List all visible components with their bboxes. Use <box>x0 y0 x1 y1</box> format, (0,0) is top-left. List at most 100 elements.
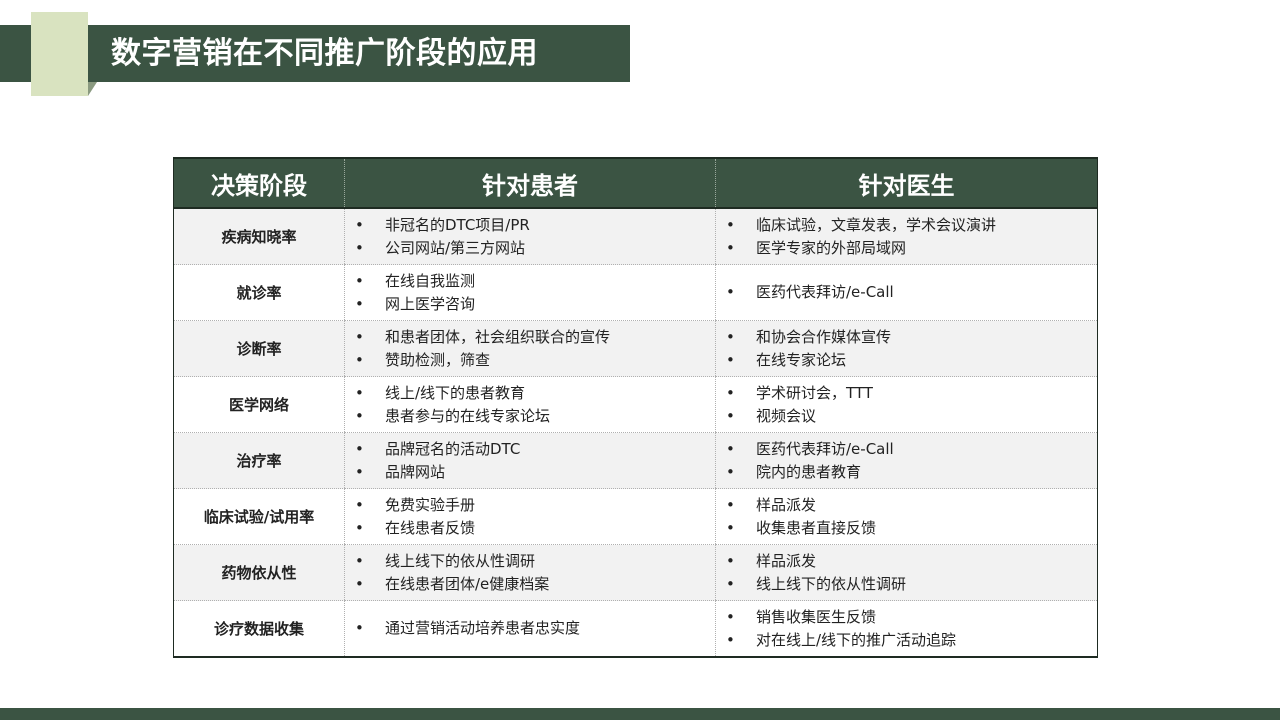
doctor-list: • 样品派发 • 收集患者直接反馈 <box>716 494 1097 540</box>
list-item-text: 视频会议 <box>756 406 817 425</box>
doctor-cell: • 临床试验，文章发表，学术会议演讲 • 医学专家的外部局域网 <box>715 208 1098 265</box>
patient-cell: • 非冠名的DTC项目/PR • 公司网站/第三方网站 <box>344 208 716 265</box>
list-item-text: 样品派发 <box>756 495 817 514</box>
list-item-text: 品牌冠名的活动DTC <box>385 439 521 458</box>
footer-bar <box>0 708 1280 720</box>
list-item: • 品牌网站 <box>345 461 715 484</box>
doctor-cell: • 和协会合作媒体宣传 • 在线专家论坛 <box>715 320 1098 377</box>
list-item: • 销售收集医生反馈 <box>716 606 1097 629</box>
stage-cell: 诊断率 <box>173 320 345 377</box>
bullet-icon: • <box>726 383 735 402</box>
list-item: • 品牌冠名的活动DTC <box>345 438 715 461</box>
list-item-text: 医药代表拜访/e-Call <box>756 283 894 301</box>
doctor-list: • 医药代表拜访/e-Call • 院内的患者教育 <box>716 438 1097 484</box>
bullet-icon: • <box>355 215 364 234</box>
patient-list: • 线上/线下的患者教育 • 患者参与的在线专家论坛 <box>345 382 715 428</box>
patient-cell: • 品牌冠名的活动DTC • 品牌网站 <box>344 432 716 489</box>
list-item: • 通过营销活动培养患者忠实度 <box>345 617 715 640</box>
patient-list: • 品牌冠名的活动DTC • 品牌网站 <box>345 438 715 484</box>
patient-cell: • 在线自我监测 • 网上医学咨询 <box>344 264 716 321</box>
bullet-icon: • <box>726 462 735 481</box>
list-item-text: 非冠名的DTC项目/PR <box>385 215 530 234</box>
bullet-icon: • <box>355 383 364 402</box>
list-item: • 线上线下的依从性调研 <box>345 550 715 573</box>
list-item: • 医学专家的外部局域网 <box>716 237 1097 260</box>
list-item-text: 品牌网站 <box>385 462 446 481</box>
list-item: • 医药代表拜访/e-Call <box>716 438 1097 461</box>
table-row: 疾病知晓率 • 非冠名的DTC项目/PR • 公司网站/第三方网站 • 临床试验，文章发表，… <box>173 208 1098 265</box>
list-item-text: 网上医学咨询 <box>385 294 476 313</box>
doctor-list: • 医药代表拜访/e-Call <box>716 281 1097 304</box>
patient-cell: • 免费实验手册 • 在线患者反馈 <box>344 488 716 545</box>
marketing-stage-table: 决策阶段 针对患者 针对医生 疾病知晓率 • 非冠名的DTC项目/PR • 公司网站/第… <box>173 157 1098 658</box>
doctor-list: • 和协会合作媒体宣传 • 在线专家论坛 <box>716 326 1097 372</box>
header-patient: 针对患者 <box>344 157 716 209</box>
list-item: • 院内的患者教育 <box>716 461 1097 484</box>
list-item: • 和患者团体，社会组织联合的宣传 <box>345 326 715 349</box>
list-item: • 非冠名的DTC项目/PR <box>345 214 715 237</box>
bullet-icon: • <box>726 283 735 301</box>
list-item-text: 样品派发 <box>756 551 817 570</box>
patient-list: • 在线自我监测 • 网上医学咨询 <box>345 270 715 316</box>
stage-cell: 临床试验/试用率 <box>173 488 345 545</box>
list-item-text: 和协会合作媒体宣传 <box>756 327 892 346</box>
list-item-text: 在线患者团体/e健康档案 <box>385 574 550 593</box>
list-item: • 对在线上/线下的推广活动追踪 <box>716 629 1097 652</box>
table-header-row: 决策阶段 针对患者 针对医生 <box>173 157 1098 209</box>
list-item: • 收集患者直接反馈 <box>716 517 1097 540</box>
stage-cell: 药物依从性 <box>173 544 345 601</box>
list-item-text: 患者参与的在线专家论坛 <box>385 406 551 425</box>
doctor-list: • 销售收集医生反馈 • 对在线上/线下的推广活动追踪 <box>716 606 1097 652</box>
list-item: • 公司网站/第三方网站 <box>345 237 715 260</box>
list-item-text: 医学专家的外部局域网 <box>756 238 907 257</box>
doctor-list: • 样品派发 • 线上线下的依从性调研 <box>716 550 1097 596</box>
bullet-icon: • <box>726 607 735 626</box>
table-row: 药物依从性 • 线上线下的依从性调研 • 在线患者团体/e健康档案 • 样品派发 • 线上线下的… <box>173 544 1098 601</box>
list-item: • 临床试验，文章发表，学术会议演讲 <box>716 214 1097 237</box>
title-fold-shadow <box>88 82 97 96</box>
bullet-icon: • <box>726 574 735 593</box>
list-item-text: 和患者团体，社会组织联合的宣传 <box>385 327 611 346</box>
stage-cell: 就诊率 <box>173 264 345 321</box>
table-row: 诊疗数据收集 • 通过营销活动培养患者忠实度 • 销售收集医生反馈 • 对在线上/线下的推广… <box>173 600 1098 658</box>
bullet-icon: • <box>726 518 735 537</box>
list-item-text: 公司网站/第三方网站 <box>385 238 526 257</box>
title-accent-block <box>31 12 88 96</box>
bullet-icon: • <box>355 406 364 425</box>
table-row: 就诊率 • 在线自我监测 • 网上医学咨询 • 医药代表拜访/e-Call <box>173 264 1098 321</box>
doctor-cell: • 样品派发 • 线上线下的依从性调研 <box>715 544 1098 601</box>
list-item: • 在线患者团体/e健康档案 <box>345 573 715 596</box>
list-item: • 患者参与的在线专家论坛 <box>345 405 715 428</box>
list-item: • 线上线下的依从性调研 <box>716 573 1097 596</box>
doctor-cell: • 医药代表拜访/e-Call • 院内的患者教育 <box>715 432 1098 489</box>
list-item-text: 学术研讨会，TTT <box>756 383 873 402</box>
patient-list: • 通过营销活动培养患者忠实度 <box>345 617 715 640</box>
bullet-icon: • <box>355 238 364 257</box>
bullet-icon: • <box>355 271 364 290</box>
list-item-text: 通过营销活动培养患者忠实度 <box>385 619 581 637</box>
patient-cell: • 线上/线下的患者教育 • 患者参与的在线专家论坛 <box>344 376 716 433</box>
patient-list: • 和患者团体，社会组织联合的宣传 • 赞助检测，筛查 <box>345 326 715 372</box>
list-item: • 视频会议 <box>716 405 1097 428</box>
list-item: • 医药代表拜访/e-Call <box>716 281 1097 304</box>
patient-cell: • 通过营销活动培养患者忠实度 <box>344 600 716 658</box>
list-item-text: 在线专家论坛 <box>756 350 847 369</box>
list-item: • 网上医学咨询 <box>345 293 715 316</box>
table-row: 诊断率 • 和患者团体，社会组织联合的宣传 • 赞助检测，筛查 • 和协会合作媒体宣传 • 在线… <box>173 320 1098 377</box>
list-item: • 在线患者反馈 <box>345 517 715 540</box>
patient-cell: • 线上线下的依从性调研 • 在线患者团体/e健康档案 <box>344 544 716 601</box>
list-item: • 样品派发 <box>716 550 1097 573</box>
bullet-icon: • <box>726 238 735 257</box>
stage-cell: 治疗率 <box>173 432 345 489</box>
doctor-cell: • 销售收集医生反馈 • 对在线上/线下的推广活动追踪 <box>715 600 1098 658</box>
page-title: 数字营销在不同推广阶段的应用 <box>111 36 538 71</box>
bullet-icon: • <box>726 327 735 346</box>
list-item-text: 收集患者直接反馈 <box>756 518 877 537</box>
stage-cell: 医学网络 <box>173 376 345 433</box>
list-item-text: 对在线上/线下的推广活动追踪 <box>756 630 957 649</box>
header-doctor: 针对医生 <box>715 157 1098 209</box>
list-item-text: 在线自我监测 <box>385 271 476 290</box>
doctor-list: • 临床试验，文章发表，学术会议演讲 • 医学专家的外部局域网 <box>716 214 1097 260</box>
bullet-icon: • <box>355 350 364 369</box>
list-item: • 学术研讨会，TTT <box>716 382 1097 405</box>
